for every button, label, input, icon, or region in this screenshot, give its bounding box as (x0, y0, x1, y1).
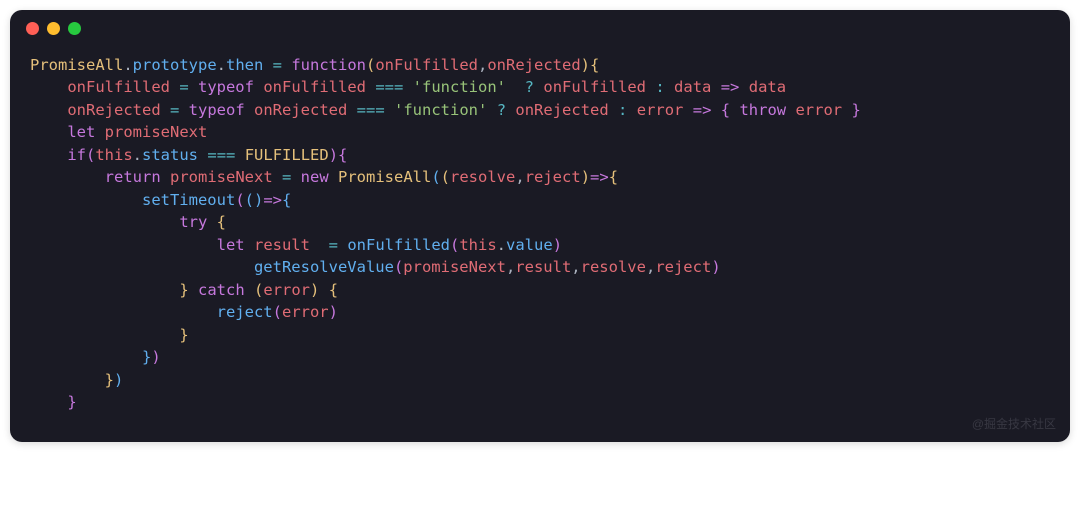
code-line: }) (30, 371, 123, 389)
code-line: onFulfilled = typeof onFulfilled === 'fu… (30, 78, 786, 96)
watermark: @掘金技术社区 (972, 415, 1056, 432)
code-line: } (30, 393, 77, 411)
code-editor[interactable]: PromiseAll.prototype.then = function(onF… (10, 46, 1070, 442)
code-line: getResolveValue(promiseNext,result,resol… (30, 258, 721, 276)
code-line: reject(error) (30, 303, 338, 321)
code-line: onRejected = typeof onRejected === 'func… (30, 101, 861, 119)
maximize-icon[interactable] (68, 22, 81, 35)
code-line: let result = onFulfilled(this.value) (30, 236, 562, 254)
code-line: setTimeout(()=>{ (30, 191, 291, 209)
minimize-icon[interactable] (47, 22, 60, 35)
code-line: PromiseAll.prototype.then = function(onF… (30, 56, 599, 74)
code-line: if(this.status === FULFILLED){ (30, 146, 347, 164)
code-line: }) (30, 348, 161, 366)
code-line: return promiseNext = new PromiseAll((res… (30, 168, 618, 186)
code-line: let promiseNext (30, 123, 207, 141)
titlebar (10, 10, 1070, 46)
code-line: try { (30, 213, 226, 231)
code-window: PromiseAll.prototype.then = function(onF… (10, 10, 1070, 442)
close-icon[interactable] (26, 22, 39, 35)
code-line: } (30, 326, 189, 344)
code-line: } catch (error) { (30, 281, 338, 299)
